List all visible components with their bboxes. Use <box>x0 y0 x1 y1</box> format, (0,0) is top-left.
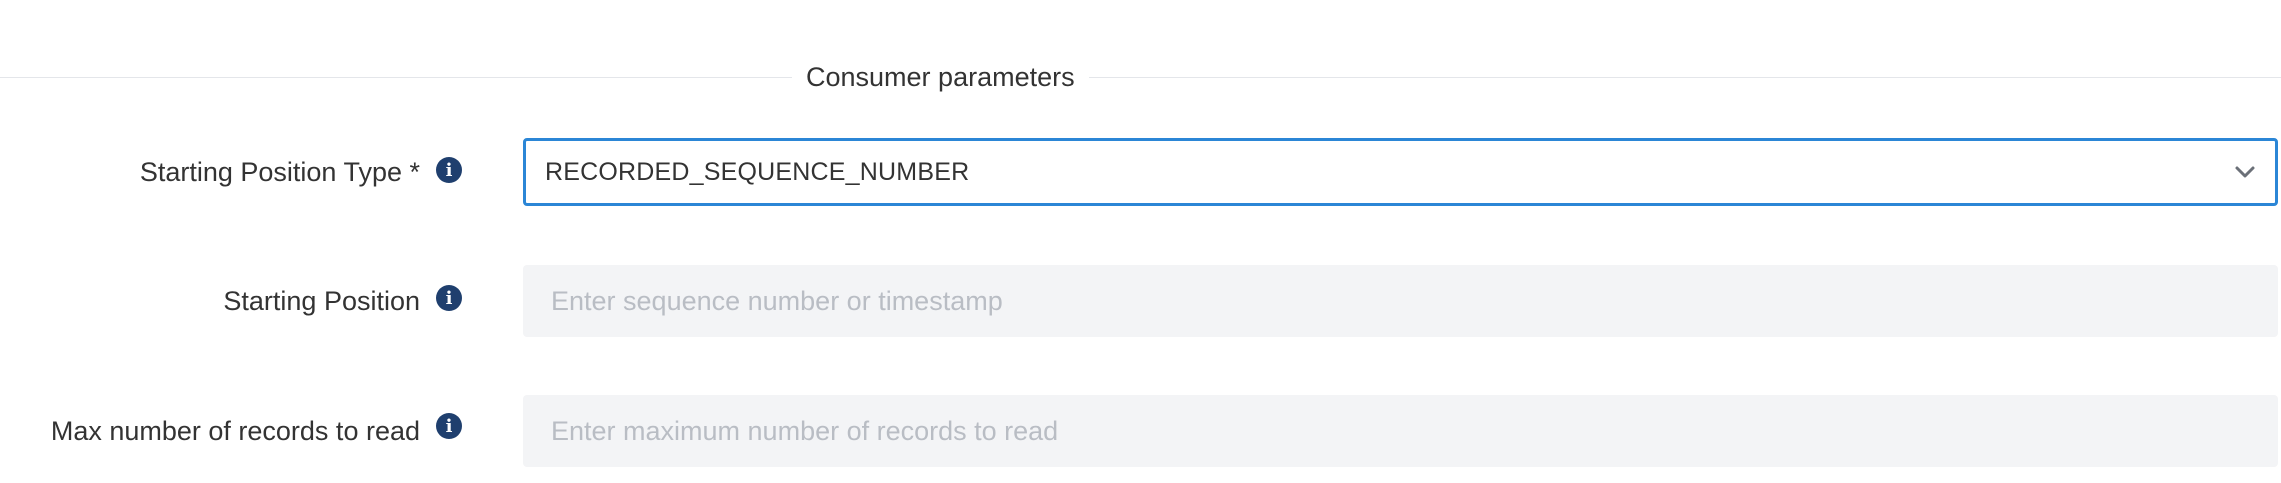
starting-position-label-wrap: Starting Position <box>0 265 420 337</box>
info-icon[interactable]: i <box>436 285 462 311</box>
info-icon[interactable]: i <box>436 157 462 183</box>
starting-position-type-select[interactable]: RECORDED_SEQUENCE_NUMBER <box>523 138 2278 206</box>
section-divider <box>0 77 2281 78</box>
max-records-input[interactable] <box>523 395 2278 467</box>
section-title: Consumer parameters <box>792 60 1089 94</box>
starting-position-input[interactable] <box>523 265 2278 337</box>
starting-position-type-label-wrap: Starting Position Type * <box>0 138 420 206</box>
chevron-down-icon[interactable] <box>2233 160 2257 184</box>
starting-position-label: Starting Position <box>223 285 420 316</box>
starting-position-row: Starting Position i <box>0 265 2281 337</box>
info-icon[interactable]: i <box>436 413 462 439</box>
starting-position-type-row: Starting Position Type * i RECORDED_SEQU… <box>0 138 2281 206</box>
starting-position-type-label: Starting Position Type * <box>139 156 420 187</box>
max-records-row: Max number of records to read i <box>0 395 2281 467</box>
max-records-label: Max number of records to read <box>50 415 420 446</box>
consumer-parameters-form: Consumer parameters Starting Position Ty… <box>0 0 2281 483</box>
starting-position-type-value: RECORDED_SEQUENCE_NUMBER <box>545 157 970 186</box>
max-records-label-wrap: Max number of records to read <box>0 395 420 467</box>
